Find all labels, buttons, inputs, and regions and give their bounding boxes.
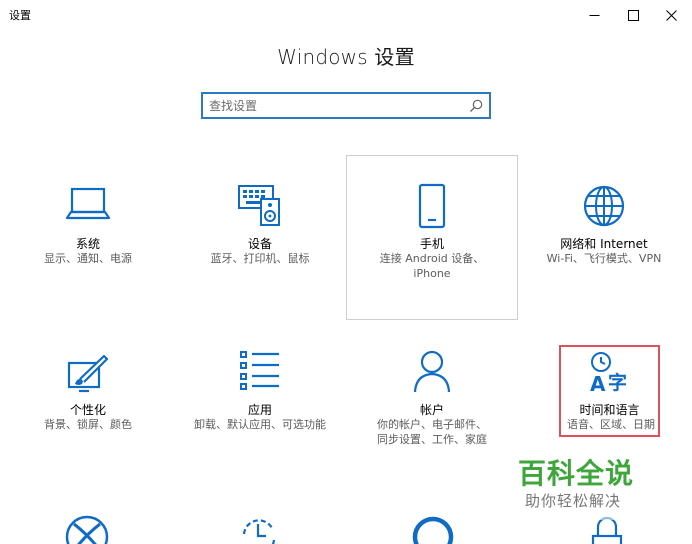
svg-text:A: A xyxy=(590,372,606,395)
watermark: 百科全说 助你轻松解决 xyxy=(514,450,648,520)
tile-label: 个性化 xyxy=(69,403,106,417)
maximize-icon xyxy=(627,9,639,21)
tile-apps[interactable]: 应用 卸载、默认应用、可选功能 xyxy=(174,345,346,511)
tile-system[interactable]: 系统 显示、通知、电源 xyxy=(2,155,174,321)
tile-time-language[interactable]: A 字 时间和语言 语音、区域、日期 xyxy=(559,345,660,437)
svg-text:字: 字 xyxy=(608,371,627,394)
xbox-icon[interactable] xyxy=(64,514,110,544)
minimize-icon xyxy=(589,14,599,16)
time-language-icon: A 字 xyxy=(590,352,627,395)
laptop-icon xyxy=(65,187,111,220)
watermark-title: 百科全说 xyxy=(518,457,635,490)
globe-icon xyxy=(583,185,625,227)
tile-label: 网络和 Internet xyxy=(560,237,648,251)
tile-personalization[interactable]: 个性化 背景、锁屏、颜色 xyxy=(2,345,174,511)
tile-devices[interactable]: 设备 蓝牙、打印机、鼠标 xyxy=(174,155,346,321)
page-title: Windows 设置 xyxy=(277,45,415,69)
tile-label: 应用 xyxy=(247,403,272,417)
keyboard-speaker-icon xyxy=(238,185,280,226)
tile-label: 设备 xyxy=(247,237,272,251)
search-icon[interactable] xyxy=(468,98,484,114)
window-title: 设置 xyxy=(9,9,31,22)
search-input[interactable] xyxy=(209,96,459,115)
tile-network[interactable]: 网络和 Internet Wi-Fi、飞行模式、VPN xyxy=(518,155,690,321)
tile-description: 蓝牙、打印机、鼠标 xyxy=(210,252,310,265)
tile-description: 连接 Android 设备、iPhone xyxy=(379,252,485,280)
tile-description: 显示、通知、电源 xyxy=(44,252,132,265)
apps-list-icon xyxy=(240,351,279,390)
tile-description: Wi-Fi、飞行模式、VPN xyxy=(546,252,662,265)
tile-description: 卸载、默认应用、可选功能 xyxy=(194,418,326,431)
tile-label: 手机 xyxy=(419,237,444,251)
tile-description: 语音、区域、日期 xyxy=(567,418,655,431)
tile-accounts[interactable]: 帐户 你的帐户、电子邮件、同步设置、工作、家庭 xyxy=(346,345,518,511)
tile-label: 系统 xyxy=(75,237,100,251)
paint-brush-icon xyxy=(67,354,109,393)
title-bar: 设置 xyxy=(0,0,692,30)
watermark-subtitle: 助你轻松解决 xyxy=(525,492,622,510)
tile-label: 帐户 xyxy=(419,403,444,417)
tile-label: 时间和语言 xyxy=(579,403,640,417)
phone-icon xyxy=(418,183,446,229)
update-icon[interactable] xyxy=(236,514,282,544)
close-button[interactable] xyxy=(648,0,692,30)
search-circle-icon[interactable] xyxy=(410,514,456,544)
tile-description: 背景、锁屏、颜色 xyxy=(44,418,132,431)
tile-description: 你的帐户、电子邮件、同步设置、工作、家庭 xyxy=(377,418,487,446)
person-icon xyxy=(413,350,451,393)
close-icon xyxy=(665,9,677,21)
tile-phone[interactable]: 手机 连接 Android 设备、iPhone xyxy=(346,155,518,320)
search-box[interactable] xyxy=(201,92,491,119)
